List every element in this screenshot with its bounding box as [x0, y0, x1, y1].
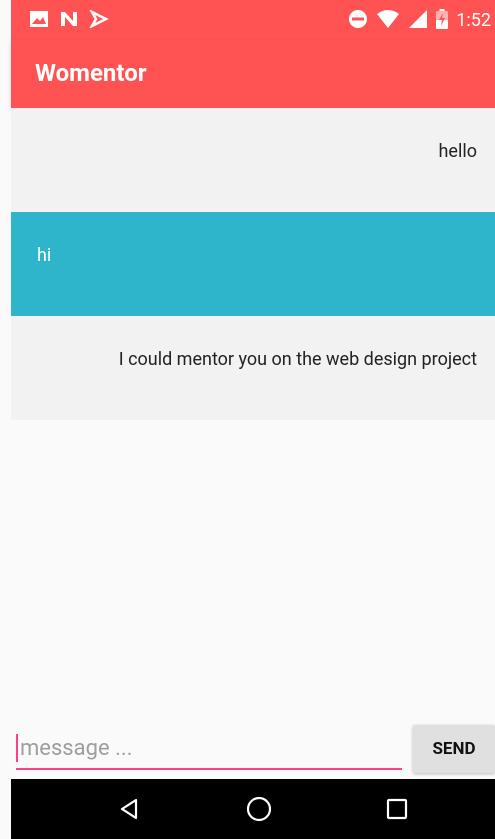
message-input-field[interactable]	[16, 728, 402, 770]
do-not-disturb-icon	[348, 9, 368, 33]
send-button[interactable]: SEND	[413, 725, 495, 773]
text-cursor	[16, 734, 18, 762]
n-icon	[59, 10, 79, 32]
status-left-icons	[29, 9, 109, 32]
download-icon	[88, 9, 109, 32]
back-icon[interactable]	[109, 789, 149, 829]
home-icon[interactable]	[239, 789, 279, 829]
message-item[interactable]: hello	[11, 108, 495, 212]
status-bar: 1:52	[11, 0, 495, 40]
app-bar: Womentor	[11, 40, 495, 108]
message-list[interactable]: hello hi I could mentor you on the web d…	[11, 108, 495, 420]
status-time: 1:52	[456, 10, 491, 31]
image-icon	[29, 10, 49, 32]
message-item[interactable]: hi	[11, 212, 495, 316]
signal-icon	[408, 9, 428, 33]
message-text: hello	[438, 141, 477, 162]
status-right-icons: 1:52	[348, 9, 491, 33]
recents-icon[interactable]	[377, 789, 417, 829]
message-item[interactable]: I could mentor you on the web design pro…	[11, 316, 495, 420]
battery-icon	[436, 9, 449, 33]
navigation-bar	[11, 779, 495, 839]
message-text: I could mentor you on the web design pro…	[118, 349, 477, 370]
message-text: hi	[37, 245, 52, 266]
wifi-icon	[376, 9, 400, 33]
message-input[interactable]	[19, 735, 402, 761]
app-title: Womentor	[35, 59, 147, 87]
